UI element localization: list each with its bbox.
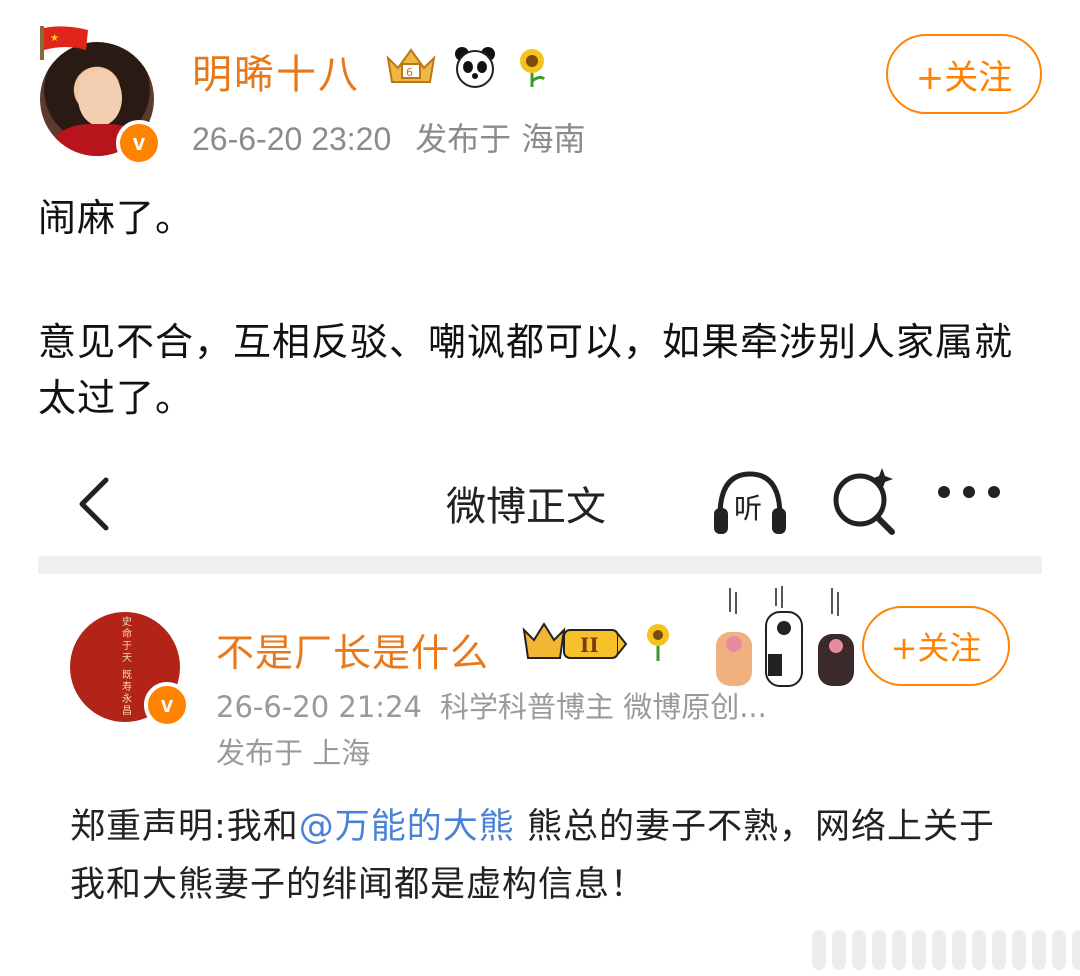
post-content-line1: 闹麻了。 <box>38 196 195 240</box>
avatar-face <box>78 70 122 126</box>
more-dots-icon[interactable] <box>936 484 1002 500</box>
embedded-author-badges: II <box>520 620 676 664</box>
headphones-icon[interactable]: 听 <box>710 464 790 540</box>
svg-text:6: 6 <box>406 66 413 79</box>
sunflower-icon <box>520 49 546 87</box>
embedded-author-name[interactable]: 不是厂长是什么 <box>216 622 489 677</box>
verified-badge-icon: v <box>116 120 162 166</box>
author-badges: 6 <box>384 44 552 90</box>
panda-icon <box>455 47 495 88</box>
search-sparkle-icon[interactable] <box>830 464 900 540</box>
weibo-post-page: ★ v 明晞十八 6 26-6-20 23:20 发布于 海南 +关注 闹麻了。 … <box>0 0 1080 976</box>
mention-link[interactable]: @万能的大熊 <box>299 807 515 847</box>
crown-level-icon[interactable]: 6 <box>384 44 438 90</box>
post-content-paragraph: 意见不合，互相反驳、嘲讽都可以，如果牵涉别人家属就太过了。 <box>38 320 1014 420</box>
cat-paws-icon <box>716 586 854 687</box>
embedded-timestamp: 26-6-20 21:24 <box>216 690 422 724</box>
embedded-page-title: 微博正文 <box>446 484 606 530</box>
crown-level-icon[interactable]: II <box>520 620 628 664</box>
post-location: 发布于 海南 <box>415 120 586 158</box>
author-avatar-group[interactable]: ★ v <box>34 24 162 166</box>
watermark-bars <box>812 930 1080 970</box>
embedded-post-content: 郑重声明:我和@万能的大熊 熊总的妻子不熟，网络上关于我和大熊妻子的绯闻都是虚构… <box>70 798 1030 914</box>
listen-label: 听 <box>734 492 762 525</box>
embedded-location: 发布于 上海 <box>216 736 371 770</box>
sunflower-icon <box>647 624 669 661</box>
embedded-avatar-group[interactable]: 史命于天 既寿永昌 v <box>70 612 194 736</box>
post-meta: 26-6-20 23:20 发布于 海南 <box>192 114 585 160</box>
back-chevron-icon[interactable] <box>74 474 114 534</box>
embedded-nav-bar: 微博正文 听 <box>38 456 1042 556</box>
svg-text:★: ★ <box>50 33 59 44</box>
level-label: II <box>580 633 599 657</box>
embedded-follow-button[interactable]: +关注 <box>862 606 1010 686</box>
follow-button[interactable]: +关注 <box>886 34 1042 114</box>
author-name[interactable]: 明晞十八 <box>192 42 360 100</box>
embedded-content-prefix: 郑重声明:我和 <box>70 807 299 847</box>
embedded-post-meta: 26-6-20 21:24 科学科普博主 微博原创... <box>216 684 767 726</box>
post-timestamp: 26-6-20 23:20 <box>192 121 392 157</box>
embedded-tags: 科学科普博主 微博原创... <box>439 690 767 724</box>
embedded-avatar-seal-text: 史命于天 既寿永昌 <box>119 616 131 718</box>
flag-icon: ★ <box>40 26 88 60</box>
verified-badge-icon: v <box>144 682 190 728</box>
divider <box>38 556 1042 574</box>
